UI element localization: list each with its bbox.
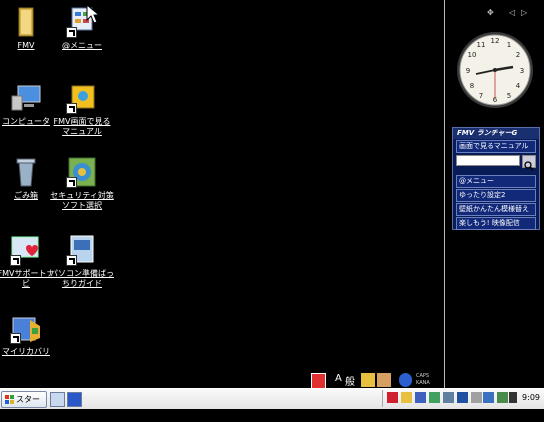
security-software-icon-item[interactable]: セキュリティ対策ソフト選択	[50, 156, 114, 211]
taskbar: スタート 9:09	[0, 388, 544, 419]
svg-text:9: 9	[466, 67, 470, 75]
start-button[interactable]: スタート	[1, 391, 47, 419]
launcher-item-video[interactable]: 楽しもう! 映像配信	[456, 217, 536, 230]
tray-app-icon[interactable]	[415, 392, 426, 403]
tray-app-icon[interactable]	[483, 392, 494, 403]
my-recovery-icon	[10, 312, 42, 344]
ime-icon[interactable]	[311, 373, 326, 389]
support-heart-icon	[10, 234, 42, 266]
computer-icon	[10, 82, 42, 114]
launcher-search-input[interactable]	[456, 155, 520, 166]
fmv-manual-icon-item[interactable]: FMV画面で見るマニュアル	[50, 82, 114, 137]
svg-text:7: 7	[479, 92, 483, 100]
prev-gadget-button[interactable]: ◁	[509, 8, 515, 17]
desktop-icon-label: マイリカバリ	[2, 347, 50, 356]
next-gadget-button[interactable]: ▷	[521, 8, 527, 17]
shortcut-arrow-icon	[66, 103, 77, 114]
svg-text:1: 1	[507, 41, 511, 49]
fmv-launcher-gadget: FMV ランチャーG 画面で見るマニュアル @メニュー ゆったり設定2 壁紙かん…	[452, 127, 540, 230]
svg-text:4: 4	[516, 82, 521, 90]
taskbar-clock[interactable]: 9:09	[522, 393, 540, 402]
start-label: スタート	[16, 395, 40, 419]
show-desktop-icon[interactable]	[50, 392, 65, 407]
desktop-icon-label: パソコン準備ばっちりガイド	[50, 269, 114, 288]
launcher-item-yuttari[interactable]: ゆったり設定2	[456, 189, 536, 202]
ime-dictionary[interactable]: 般	[345, 373, 355, 388]
svg-text:10: 10	[468, 51, 477, 59]
add-gadget-button[interactable]: ✥	[487, 8, 494, 17]
desktop-icon-label: FMV画面で見るマニュアル	[53, 117, 111, 136]
shortcut-arrow-icon	[66, 255, 77, 266]
svg-text:12: 12	[491, 37, 500, 45]
launcher-item-at-menu[interactable]: @メニュー	[456, 175, 536, 188]
volume-icon[interactable]	[509, 392, 517, 403]
shortcut-arrow-icon	[66, 177, 77, 188]
shortcut-arrow-icon	[10, 333, 21, 344]
windows-sidebar: ✥ ◁ ▷ 12 1 2 345 678 9 10 11 FMV ランチャーG 画面で見…	[444, 0, 544, 388]
ime-tools-icon[interactable]	[377, 373, 391, 387]
my-recovery-icon-item[interactable]: マイリカバリ	[0, 312, 58, 357]
sidebar-controls: ✥ ◁ ▷	[485, 8, 543, 20]
ime-pad-icon[interactable]	[361, 373, 375, 387]
launcher-title: FMV ランチャーG	[453, 128, 539, 139]
at-menu-icon-item[interactable]: @メニュー	[50, 4, 114, 51]
launcher-item-wallpaper[interactable]: 壁紙かんたん模様替え	[456, 203, 536, 216]
launcher-search	[456, 155, 536, 171]
search-icon[interactable]	[522, 155, 536, 171]
network-icon[interactable]	[497, 392, 508, 403]
help-icon[interactable]	[399, 373, 412, 387]
setup-guide-icon	[66, 234, 98, 266]
magnifier-icon[interactable]	[443, 392, 454, 403]
analog-clock-gadget[interactable]: 12 1 2 345 678 9 10 11	[455, 30, 535, 110]
tray-app-icon[interactable]	[457, 392, 468, 403]
tray-app-icon[interactable]	[429, 392, 440, 403]
search-tray-icon[interactable]	[401, 392, 412, 403]
svg-text:2: 2	[516, 51, 520, 59]
kana-indicator: KANA	[416, 380, 430, 386]
shortcut-arrow-icon	[66, 27, 77, 38]
window-switch-icon[interactable]	[67, 392, 82, 407]
language-bar: A 般 CAPS KANA	[309, 372, 444, 389]
tray-app-icon[interactable]	[471, 392, 482, 403]
manual-button[interactable]: 画面で見るマニュアル	[456, 140, 536, 153]
folder-icon	[10, 6, 42, 38]
security-shield-icon[interactable]	[387, 392, 398, 403]
desktop-icon-label: セキュリティ対策ソフト選択	[50, 191, 114, 210]
svg-text:11: 11	[477, 41, 486, 49]
svg-text:8: 8	[470, 82, 474, 90]
recycle-bin-icon	[10, 156, 42, 188]
ime-mode[interactable]: A	[335, 373, 342, 387]
manual-book-icon	[66, 82, 98, 114]
system-tray: 9:09	[382, 390, 544, 407]
windows-logo-icon	[5, 395, 14, 404]
svg-text:5: 5	[507, 92, 511, 100]
mouse-cursor-icon	[86, 4, 100, 24]
svg-text:3: 3	[520, 67, 524, 75]
pc-setup-guide-icon-item[interactable]: パソコン準備ばっちりガイド	[50, 234, 114, 289]
desktop-icon-label: @メニュー	[62, 41, 102, 50]
shortcut-arrow-icon	[10, 255, 21, 266]
at-menu-icon	[66, 4, 100, 38]
caps-indicator: CAPS	[416, 373, 430, 379]
security-globe-icon	[66, 156, 98, 188]
